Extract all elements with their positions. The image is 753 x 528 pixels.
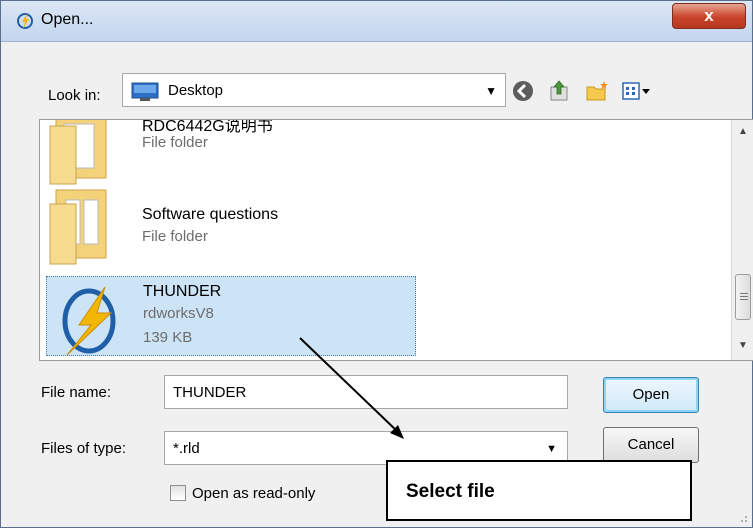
window-title: Open... bbox=[41, 11, 94, 28]
close-icon: x bbox=[704, 6, 714, 25]
list-item-folder-software-questions[interactable]: Software questions File folder bbox=[46, 186, 416, 266]
list-item-thunder[interactable]: THUNDER rdworksV8 139 KB bbox=[46, 276, 416, 356]
cancel-button[interactable]: Cancel bbox=[603, 427, 699, 463]
look-in-value: Desktop bbox=[168, 82, 224, 99]
vertical-scrollbar[interactable]: ▲ ▼ bbox=[731, 120, 753, 360]
annotation-callout: Select file bbox=[386, 460, 692, 521]
look-in-label: Look in: bbox=[48, 87, 101, 104]
thunder-app-icon bbox=[62, 286, 116, 356]
scroll-thumb[interactable] bbox=[735, 274, 751, 320]
file-size: 139 KB bbox=[143, 329, 193, 346]
resize-grip-icon[interactable] bbox=[734, 509, 748, 523]
chevron-down-icon: ▼ bbox=[546, 443, 557, 455]
file-name-value: THUNDER bbox=[173, 384, 247, 401]
scroll-down-icon[interactable]: ▼ bbox=[732, 340, 753, 351]
callout-text: Select file bbox=[406, 481, 495, 502]
open-dialog: Open... x Look in: Desktop ▼ RDC6442G说明书… bbox=[0, 0, 753, 528]
title-bar[interactable]: Open... x bbox=[1, 1, 752, 42]
file-type: File folder bbox=[142, 228, 208, 245]
read-only-checkbox[interactable] bbox=[170, 485, 186, 501]
view-menu-icon[interactable] bbox=[621, 79, 651, 103]
back-icon[interactable] bbox=[511, 79, 535, 103]
up-folder-icon[interactable] bbox=[547, 79, 571, 103]
new-folder-icon[interactable] bbox=[585, 79, 609, 103]
app-logo-icon bbox=[17, 13, 33, 29]
folder-icon bbox=[49, 120, 107, 185]
file-type: File folder bbox=[142, 134, 208, 151]
list-item-folder-rdc6442g[interactable]: RDC6442G说明书 File folder bbox=[46, 120, 416, 186]
folder-icon bbox=[49, 189, 107, 265]
file-name: Software questions bbox=[142, 206, 279, 223]
files-of-type-value: *.rld bbox=[173, 440, 200, 457]
file-name: THUNDER bbox=[143, 283, 222, 300]
read-only-label: Open as read-only bbox=[192, 485, 316, 502]
file-name-input[interactable]: THUNDER bbox=[164, 375, 568, 409]
file-list[interactable]: RDC6442G说明书 File folder Software questio… bbox=[39, 119, 753, 361]
file-type: rdworksV8 bbox=[143, 305, 214, 322]
scroll-up-icon[interactable]: ▲ bbox=[732, 126, 753, 137]
file-name-label: File name: bbox=[41, 384, 112, 401]
close-button[interactable]: x bbox=[672, 3, 746, 29]
chevron-down-icon: ▼ bbox=[485, 84, 497, 98]
open-button[interactable]: Open bbox=[603, 377, 699, 413]
files-of-type-label: Files of type: bbox=[41, 440, 127, 457]
look-in-dropdown[interactable]: Desktop ▼ bbox=[122, 73, 506, 107]
desktop-icon bbox=[131, 82, 159, 101]
